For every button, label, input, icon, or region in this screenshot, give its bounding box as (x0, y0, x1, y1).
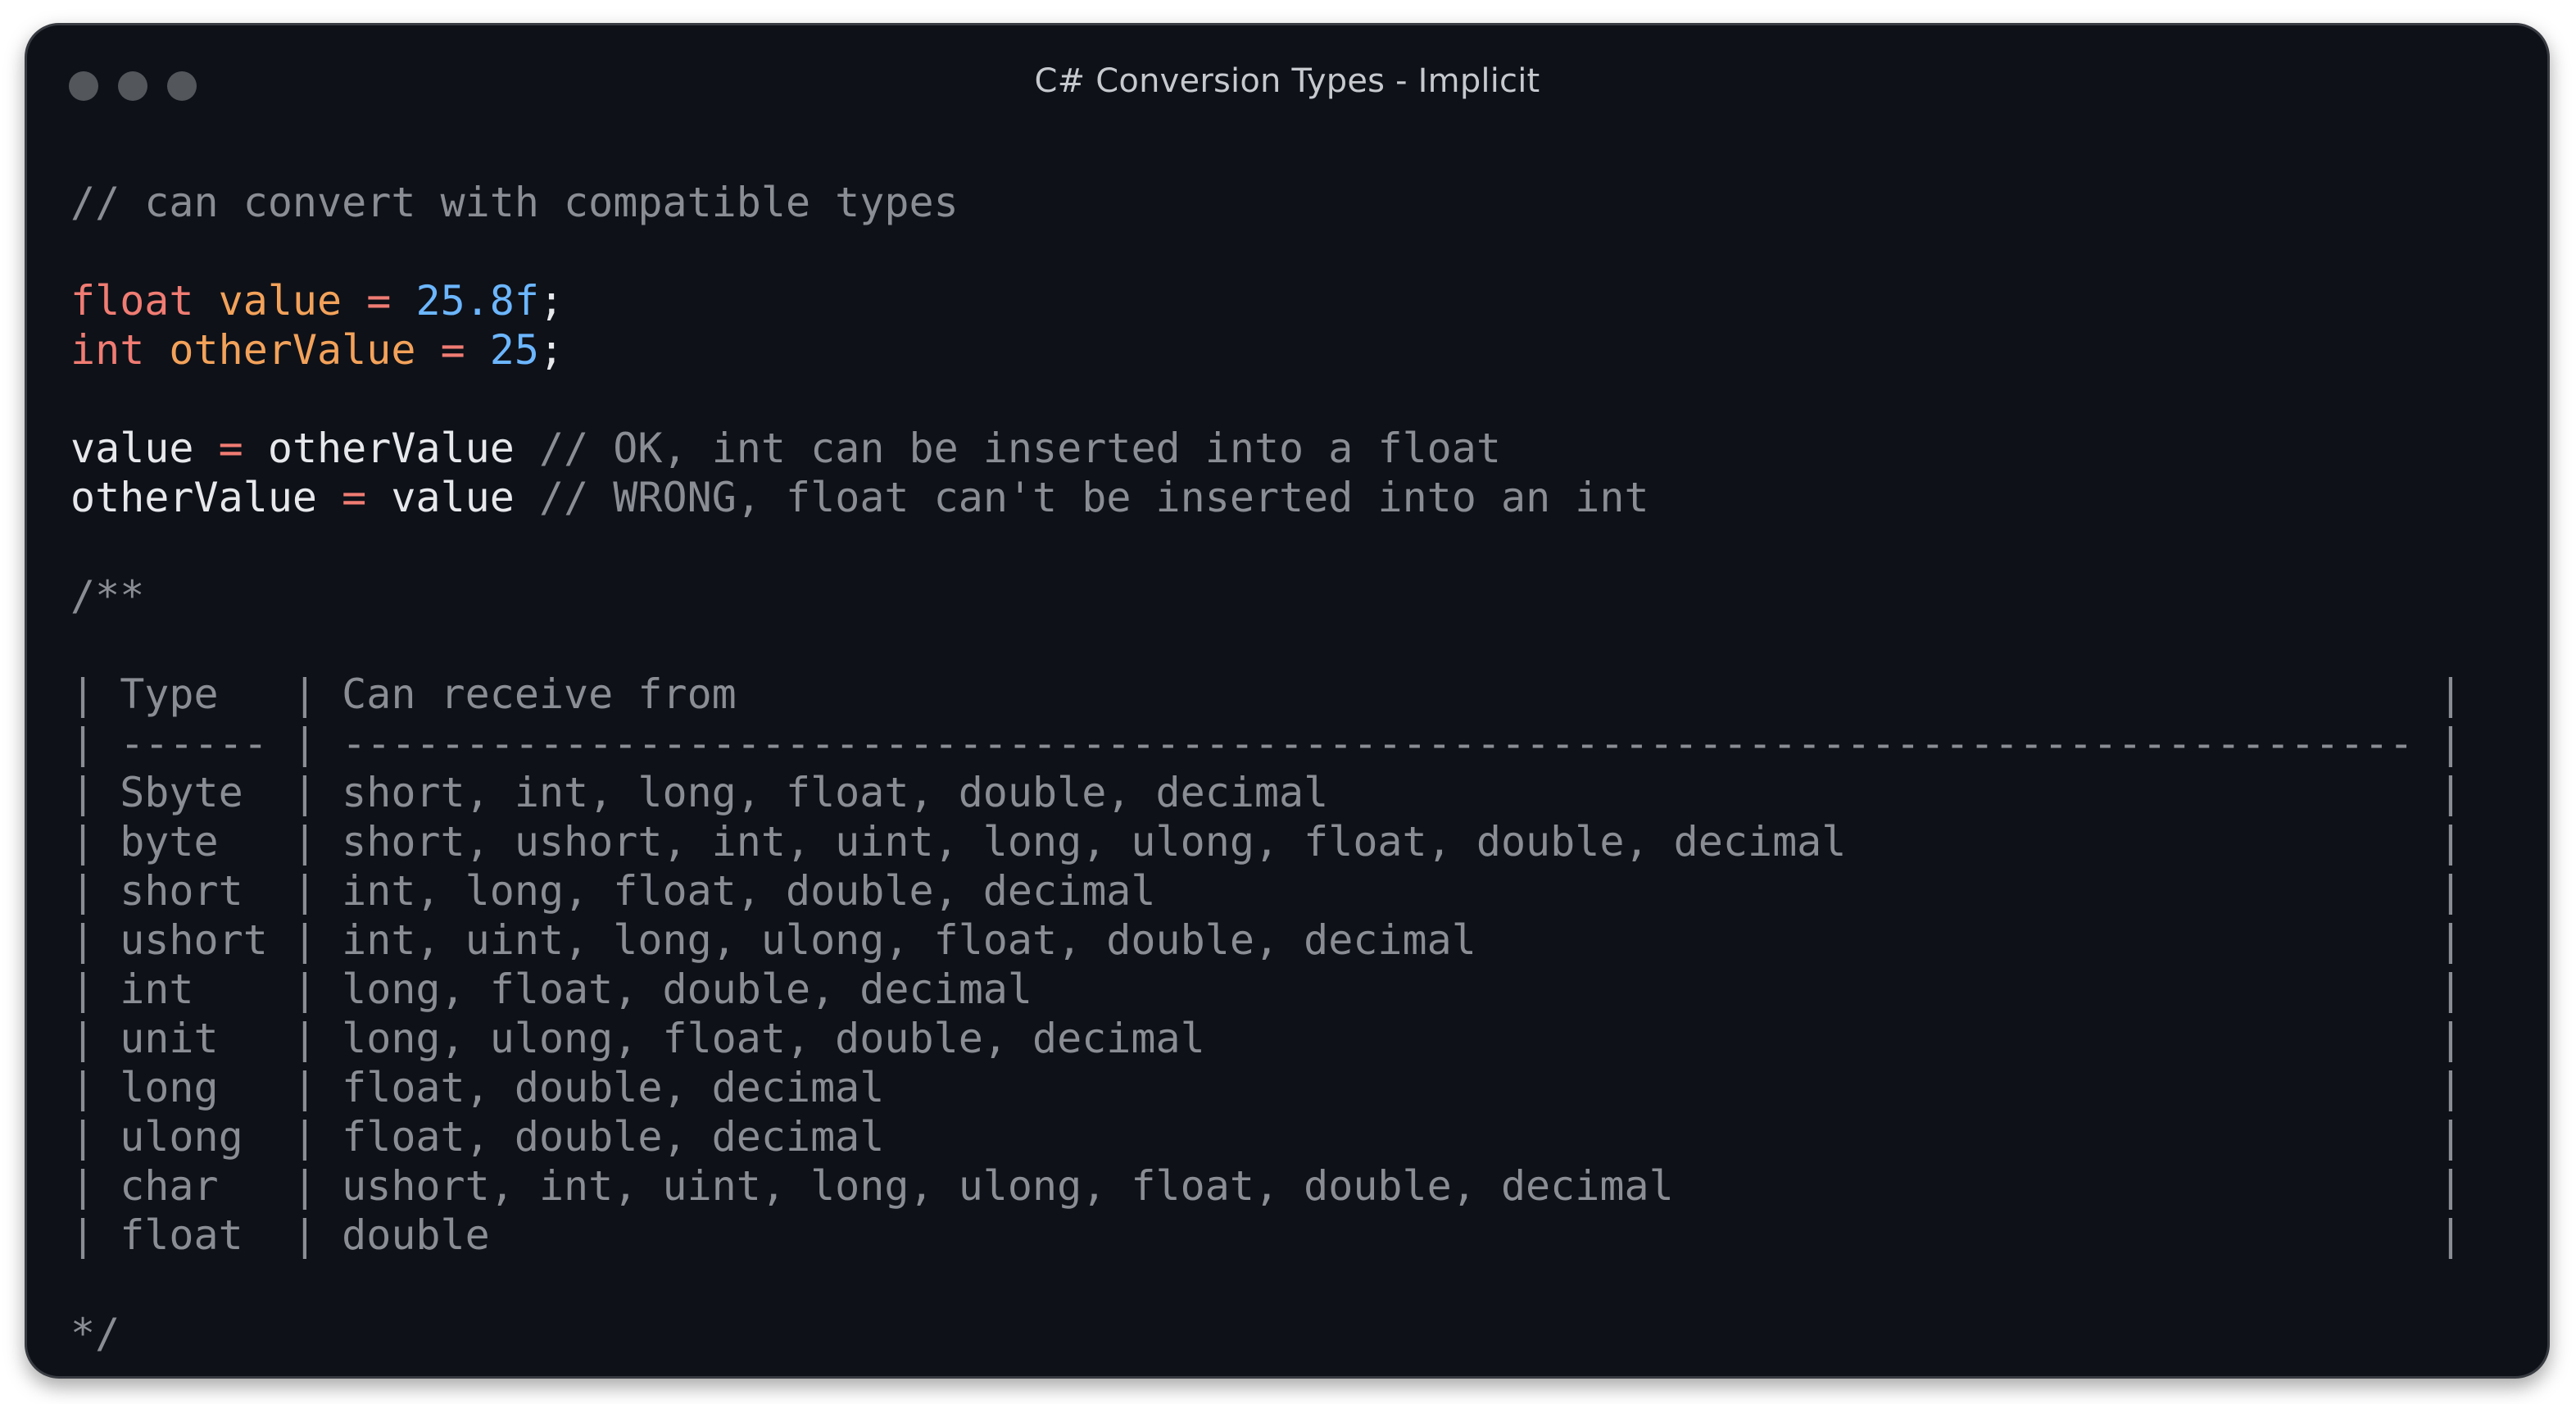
table-row: | unit | long, ulong, float, double, dec… (70, 1015, 2463, 1062)
table-row: | short | int, long, float, double, deci… (70, 867, 2463, 915)
number-literal: 25.8f (415, 277, 539, 325)
code-comment-line: // can convert with compatible types (70, 179, 959, 226)
table-row: | Sbyte | short, int, long, float, doubl… (70, 769, 2463, 816)
assign-wrong-line: otherValue = value // WRONG, float can't… (70, 473, 2463, 522)
assign-lhs: value (70, 425, 194, 472)
inline-comment: // OK, int can be inserted into a float (538, 425, 1501, 472)
window-title: C# Conversion Types - Implicit (1034, 62, 1540, 100)
table-row: | ulong | float, double, decimal | (70, 1113, 2463, 1161)
assign-operator: = (218, 425, 243, 472)
inline-comment: // WRONG, float can't be inserted into a… (538, 474, 1649, 521)
float-declaration-line: float value = 25.8f; (70, 276, 2463, 325)
variable-name: value (218, 277, 342, 325)
assign-lhs: otherValue (70, 474, 318, 521)
table-row: | char | ushort, int, uint, long, ulong,… (70, 1162, 2463, 1210)
type-keyword: int (70, 326, 145, 374)
table-row: | byte | short, ushort, int, uint, long,… (70, 818, 2463, 866)
block-comment-close: */ (70, 1310, 120, 1357)
code-window: C# Conversion Types - Implicit // can co… (25, 23, 2550, 1379)
semicolon: ; (538, 277, 565, 325)
assign-ok-line: value = otherValue // OK, int can be ins… (70, 424, 2463, 473)
type-keyword: float (70, 277, 194, 325)
semicolon: ; (539, 326, 565, 374)
table-row: | long | float, double, decimal | (70, 1064, 2463, 1111)
table-row: | ushort | int, uint, long, ulong, float… (70, 916, 2463, 964)
int-declaration-line: int otherValue = 25; (70, 325, 2463, 375)
assign-rhs: otherValue (267, 425, 515, 472)
table-divider-row: | ------ | -----------------------------… (70, 720, 2463, 767)
variable-name: otherValue (169, 326, 416, 374)
block-comment-open: /** (70, 572, 145, 620)
table-row: | float | double | (70, 1211, 2463, 1259)
number-literal: 25 (489, 326, 539, 374)
assign-operator: = (366, 277, 392, 325)
title-bar: C# Conversion Types - Implicit (27, 25, 2547, 132)
assign-operator: = (440, 326, 465, 374)
assign-rhs: value (391, 474, 515, 521)
table-row: | int | long, float, double, decimal | (70, 966, 2463, 1013)
table-header-row: | Type | Can receive from | (70, 670, 2463, 718)
assign-operator: = (342, 474, 367, 521)
code-block: // can convert with compatible types floa… (70, 178, 2463, 1358)
